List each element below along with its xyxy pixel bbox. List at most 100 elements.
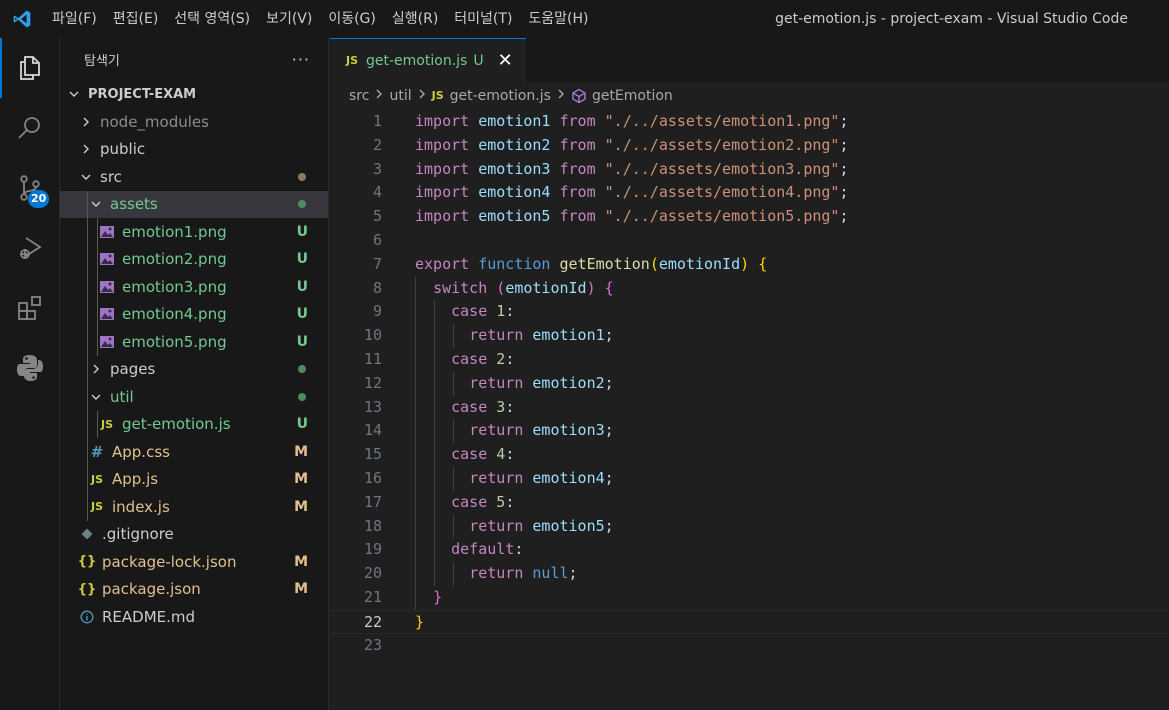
tree-file[interactable]: JS get-emotion.js U — [60, 410, 328, 438]
editor-area: JS get-emotion.js U ✕ src util JS get-em… — [330, 38, 1169, 710]
tree-folder[interactable]: assets — [60, 190, 328, 218]
more-actions-icon[interactable]: ··· — [292, 50, 310, 69]
code-line[interactable]: 9 case 1: — [330, 300, 1169, 325]
line-number: 21 — [363, 587, 382, 606]
menu-item[interactable]: 선택 영역(S) — [166, 0, 258, 38]
code-line[interactable]: 15 case 4: — [330, 443, 1169, 467]
code-token: ( — [649, 254, 659, 273]
git-status-badge: U — [296, 416, 308, 433]
code-line[interactable]: 4 import emotion4 from "./../assets/emoti… — [330, 181, 1169, 205]
code-token: import — [415, 159, 470, 178]
tree-file[interactable]: emotion2.png U — [60, 245, 328, 273]
code-token: 3 — [496, 397, 506, 416]
code-token: ; — [839, 207, 849, 226]
tree-file[interactable]: {} package-lock.json M — [60, 548, 328, 576]
menu-item[interactable]: 도움말(H) — [520, 0, 596, 38]
search-icon[interactable] — [0, 98, 60, 158]
menu-item[interactable]: 실행(R) — [384, 0, 446, 38]
tree-file[interactable]: emotion4.png U — [60, 300, 328, 328]
code-line[interactable]: 23 — [330, 634, 1169, 658]
chevron-down-icon — [88, 389, 104, 405]
tree-file[interactable]: emotion5.png U — [60, 328, 328, 356]
tree-file[interactable]: .gitignore — [60, 521, 328, 549]
tree-folder[interactable]: src — [60, 163, 328, 191]
code-line[interactable]: 22} — [330, 609, 1169, 634]
code-line[interactable]: 6 — [330, 229, 1169, 253]
code-token: emotion5 — [532, 516, 605, 535]
tab-get-emotion-js[interactable]: JS get-emotion.js U ✕ — [330, 38, 526, 82]
python-icon[interactable] — [0, 338, 60, 398]
tree-item-label: public — [100, 140, 146, 159]
code-token: emotionId — [658, 254, 741, 273]
code-text: case 1: — [415, 300, 514, 324]
code-line[interactable]: 19 default: — [330, 538, 1169, 563]
tree-file[interactable]: JS App.js M — [60, 465, 328, 493]
code-line[interactable]: 7 export function getEmotion(emotionId) { — [330, 253, 1169, 277]
tree-item-label: get-emotion.js — [122, 415, 231, 434]
chevron-down-icon — [78, 169, 94, 185]
tree-folder[interactable]: public — [60, 136, 328, 164]
menu-item[interactable]: 터미널(T) — [446, 0, 520, 38]
tree-folder[interactable]: pages — [60, 355, 328, 383]
code-line[interactable]: 20 return null; — [330, 562, 1169, 586]
code-text: case 3: — [415, 396, 514, 420]
code-line[interactable]: 17 case 5: — [330, 490, 1169, 515]
code-line[interactable]: 11 case 2: — [330, 347, 1169, 372]
chevron-right-icon — [78, 141, 94, 157]
tree-folder[interactable]: node_modules — [60, 108, 328, 136]
tree-file[interactable]: # App.css M — [60, 438, 328, 466]
explorer-title: 탐색기 — [84, 53, 120, 69]
tree-item-label: pages — [110, 360, 156, 379]
code-editor[interactable]: 1 import emotion1 from "./../assets/emoti… — [330, 110, 1169, 657]
code-line[interactable]: 2 import emotion2 from "./../assets/emoti… — [330, 134, 1169, 158]
menu-item[interactable]: 이동(G) — [320, 0, 384, 38]
code-text: return emotion3; — [415, 419, 614, 443]
tree-file[interactable]: emotion3.png U — [60, 273, 328, 301]
git-status-badge: M — [294, 471, 308, 488]
run-debug-icon[interactable] — [0, 218, 60, 278]
tree-file[interactable]: {} package.json M — [60, 576, 328, 604]
code-token: : — [505, 302, 515, 321]
breadcrumb-file[interactable]: get-emotion.js — [450, 88, 551, 104]
code-line[interactable]: 5 import emotion5 from "./../assets/emoti… — [330, 205, 1169, 229]
code-text: export function getEmotion(emotionId) { — [415, 253, 767, 277]
code-line[interactable]: 18 return emotion5; — [330, 514, 1169, 539]
tree-file[interactable]: README.md — [60, 603, 328, 631]
extensions-icon[interactable] — [0, 278, 60, 338]
image-file-icon — [98, 225, 116, 239]
code-line[interactable]: 10 return emotion1; — [330, 324, 1169, 348]
tree-file[interactable]: emotion1.png U — [60, 218, 328, 246]
code-line[interactable]: 8 switch (emotionId) { — [330, 276, 1169, 301]
code-line[interactable]: 1 import emotion1 from "./../assets/emoti… — [330, 110, 1169, 134]
menu-item[interactable]: 파일(F) — [44, 0, 105, 38]
menu-item[interactable]: 보기(V) — [258, 0, 320, 38]
explorer-icon[interactable] — [0, 38, 60, 98]
tree-folder[interactable]: util — [60, 383, 328, 411]
code-line[interactable]: 3 import emotion3 from "./../assets/emoti… — [330, 158, 1169, 182]
code-line[interactable]: 12 return emotion2; — [330, 371, 1169, 396]
project-section-header[interactable]: PROJECT-EXAM — [60, 80, 328, 108]
breadcrumb-util[interactable]: util — [389, 88, 411, 104]
code-text: import emotion3 from "./../assets/emotio… — [415, 158, 849, 182]
code-line[interactable]: 16 return emotion4; — [330, 466, 1169, 491]
breadcrumb-src[interactable]: src — [349, 88, 369, 104]
menu-item[interactable]: 편집(E) — [105, 0, 167, 38]
code-line[interactable]: 21 } — [330, 585, 1169, 610]
code-token: function — [478, 254, 551, 273]
breadcrumb-symbol[interactable]: getEmotion — [592, 88, 673, 104]
code-line[interactable]: 13 case 3: — [330, 395, 1169, 420]
source-control-icon[interactable]: 20 — [0, 158, 60, 218]
code-line[interactable]: 14 return emotion3; — [330, 419, 1169, 444]
indent-guide — [87, 355, 88, 383]
close-icon[interactable]: ✕ — [498, 50, 513, 71]
tree-file[interactable]: JS index.js M — [60, 493, 328, 521]
chevron-right-icon — [417, 88, 427, 103]
